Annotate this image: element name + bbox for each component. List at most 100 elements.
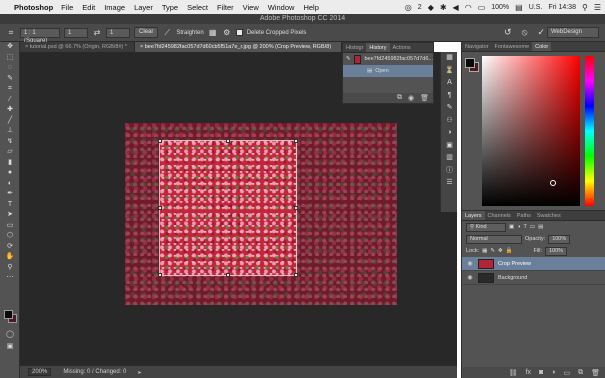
move-tool-icon[interactable]: ✥	[0, 42, 20, 53]
tab-navigator[interactable]: Navigator	[462, 42, 492, 51]
menu-view[interactable]: View	[243, 3, 259, 12]
battery-icon[interactable]: ▭	[478, 3, 486, 12]
blend-mode-select[interactable]: Normal	[466, 234, 522, 244]
add-mask-icon[interactable]: ◙	[539, 369, 543, 376]
crop-handle-right-mid[interactable]	[294, 206, 298, 210]
lock-position-icon[interactable]: ✥	[498, 248, 503, 254]
rotate-view-tool-icon[interactable]: ⟳	[0, 242, 20, 253]
paragraph-panel-icon[interactable]: ¶	[441, 90, 458, 103]
layer-row[interactable]: ◉ Crop Preview	[462, 257, 605, 271]
menu-filter[interactable]: Filter	[217, 3, 234, 12]
menu-edit[interactable]: Edit	[82, 3, 95, 12]
gradient-tool-icon[interactable]: ▮	[0, 158, 20, 169]
quick-mask-icon[interactable]: ◯	[0, 330, 20, 341]
height-input[interactable]: 1	[106, 27, 130, 38]
notification-center-icon[interactable]: ☰	[594, 3, 601, 12]
history-brush-tool-icon[interactable]: ↯	[0, 137, 20, 148]
menu-type[interactable]: Type	[162, 3, 178, 12]
clear-button[interactable]: Clear	[134, 27, 159, 38]
color-picker-field[interactable]	[482, 56, 580, 206]
filter-type-icon[interactable]: T	[524, 224, 527, 230]
libraries-panel-icon[interactable]: ▥	[441, 152, 458, 165]
layer-kind-filter[interactable]: ⚲ Kind	[466, 222, 506, 232]
ratio-select[interactable]: 1 : 1 (Square)	[20, 27, 60, 44]
type-tool-icon[interactable]: T	[0, 200, 20, 211]
opacity-input[interactable]: 100%	[548, 234, 571, 244]
layer-row[interactable]: ◉ Background	[462, 271, 605, 285]
screen-mode-icon[interactable]: ▣	[0, 342, 20, 353]
lasso-tool-icon[interactable]: ◌	[0, 63, 20, 74]
eyedropper-tool-icon[interactable]: ⁄	[0, 95, 20, 106]
brush-tool-icon[interactable]: ╱	[0, 116, 20, 127]
tab-tutorial-psd[interactable]: × tutorial.psd @ 66.7% (Origin, RGB/8#) …	[20, 42, 135, 52]
dodge-tool-icon[interactable]: ◐	[0, 179, 20, 190]
brush-panel-icon[interactable]: ✎	[441, 102, 458, 115]
input-locale[interactable]: U.S.	[529, 4, 543, 11]
info-panel-icon[interactable]: ⓘ	[441, 165, 458, 178]
delete-cropped-checkbox[interactable]	[235, 29, 243, 36]
crop-tool-icon[interactable]: ⌗	[6, 28, 16, 38]
color-picker-cursor[interactable]	[550, 180, 556, 186]
menu-file[interactable]: File	[61, 3, 73, 12]
tab-history[interactable]: History	[366, 43, 390, 52]
color-foreground-swatch[interactable]	[465, 58, 475, 68]
crop-handle-bottom-left[interactable]	[158, 273, 162, 277]
crop-handle-left-mid[interactable]	[158, 206, 162, 210]
tab-histogram[interactable]: Histogr	[343, 43, 366, 52]
adjustment-layer-icon[interactable]: ◑	[551, 369, 555, 376]
menu-image[interactable]: Image	[104, 3, 125, 12]
3d-tool-icon[interactable]: ⬡	[0, 231, 20, 242]
creative-cloud-icon[interactable]: ◎	[405, 3, 412, 12]
volume-icon[interactable]: ◀	[453, 3, 459, 12]
commit-check-icon[interactable]: ✓	[537, 27, 545, 38]
visibility-eye-icon[interactable]: ◉	[466, 260, 474, 267]
layer-style-icon[interactable]: fx	[526, 369, 531, 376]
tab-bee-jpg[interactable]: × bee7fd245982fac057d7d60cb5f51a7e_r.jpg…	[135, 42, 342, 52]
lock-paint-icon[interactable]: ✎	[490, 248, 495, 254]
swap-icon[interactable]: ⇄	[92, 28, 102, 37]
settings-gear-icon[interactable]: ⚙	[222, 28, 232, 37]
menu-select[interactable]: Select	[187, 3, 208, 12]
clock[interactable]: Fri 14:38	[548, 4, 576, 11]
history-panel-icon[interactable]: ⏳	[441, 65, 458, 78]
filter-smart-object-icon[interactable]: ▤	[538, 224, 543, 230]
properties-panel-icon[interactable]: ☰	[441, 177, 458, 190]
fill-input[interactable]: 100%	[545, 246, 568, 256]
menu-help[interactable]: Help	[303, 3, 318, 12]
foreground-color-swatch[interactable]	[4, 310, 13, 319]
new-document-from-state-icon[interactable]: ⧉	[397, 94, 402, 102]
crop-handle-top-right[interactable]	[294, 139, 298, 143]
new-layer-icon[interactable]: ⧉	[578, 369, 583, 377]
filter-pixel-icon[interactable]: ▣	[509, 224, 514, 230]
zoom-tool-icon[interactable]: ⚲	[0, 263, 20, 274]
delete-state-icon[interactable]: 🗑	[420, 94, 429, 102]
history-brush-source-icon[interactable]: ✎	[346, 56, 351, 62]
bluetooth-icon[interactable]: ✱	[440, 3, 447, 12]
dropbox-icon[interactable]: ◆	[428, 3, 434, 12]
crop-handle-top-mid[interactable]	[226, 139, 230, 143]
histogram-panel-icon[interactable]: ▦	[441, 52, 458, 65]
straighten-label[interactable]: Straighten	[176, 30, 203, 36]
overlay-grid-icon[interactable]: ▦	[208, 28, 218, 37]
hand-tool-icon[interactable]: ✋	[0, 252, 20, 263]
tab-fontawesome[interactable]: Fontawesome	[492, 42, 533, 51]
cancel-icon[interactable]: ⦸	[522, 27, 528, 38]
workspace-select[interactable]: WebDesign	[547, 27, 599, 38]
tab-color[interactable]: Color	[532, 42, 552, 51]
adjustments-panel-icon[interactable]: ◑	[441, 127, 458, 140]
blur-tool-icon[interactable]: ●	[0, 168, 20, 179]
tab-swatches[interactable]: Swatches	[534, 211, 564, 220]
tab-actions[interactable]: Actions	[390, 43, 414, 52]
healing-brush-tool-icon[interactable]: ✚	[0, 105, 20, 116]
app-menu[interactable]: Photoshop	[14, 3, 53, 12]
crop-preview-region[interactable]	[159, 140, 297, 276]
marquee-tool-icon[interactable]: ⬚	[0, 53, 20, 64]
layer-name[interactable]: Background	[498, 275, 527, 281]
quick-select-tool-icon[interactable]: ✎	[0, 74, 20, 85]
reset-icon[interactable]: ↺	[504, 27, 512, 38]
crop-tool-icon[interactable]: ⌗	[0, 84, 20, 95]
path-select-tool-icon[interactable]: ➤	[0, 210, 20, 221]
history-state-open[interactable]: ▤ Open	[343, 65, 433, 77]
new-group-icon[interactable]: ▭	[563, 369, 570, 377]
more-tools-icon[interactable]: ⋯	[0, 273, 20, 284]
